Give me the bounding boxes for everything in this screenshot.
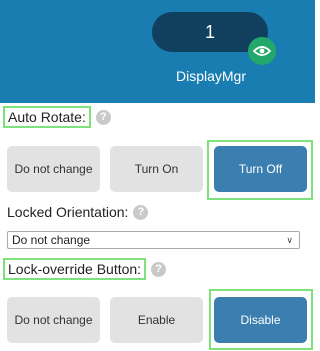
lock-override-disable-button[interactable]: Disable xyxy=(214,297,307,343)
chevron-down-icon: ∨ xyxy=(286,235,293,245)
help-icon[interactable]: ? xyxy=(133,204,149,220)
locked-orientation-select[interactable]: Do not change ∨ xyxy=(7,231,300,249)
locked-orientation-value: Do not change xyxy=(12,233,91,247)
auto-rotate-section-label: Auto Rotate: ? xyxy=(3,106,111,128)
app-name: DisplayMgr xyxy=(175,68,246,84)
lock-override-enable-button[interactable]: Enable xyxy=(110,297,203,343)
lock-override-section-label: Lock-override Button: ? xyxy=(3,258,167,280)
lock-override-label: Lock-override Button: xyxy=(3,258,147,280)
eye-icon[interactable] xyxy=(248,37,276,65)
lock-override-do-not-change-button[interactable]: Do not change xyxy=(7,297,100,343)
locked-orientation-section-label: Locked Orientation: ? xyxy=(7,204,149,220)
help-icon[interactable]: ? xyxy=(151,261,167,277)
app-header: 1 DisplayMgr xyxy=(0,0,315,103)
auto-rotate-label: Auto Rotate: xyxy=(3,106,91,128)
auto-rotate-turn-off-button[interactable]: Turn Off xyxy=(214,146,307,192)
help-icon[interactable]: ? xyxy=(95,109,111,125)
locked-orientation-label: Locked Orientation: xyxy=(7,204,129,220)
auto-rotate-do-not-change-button[interactable]: Do not change xyxy=(7,146,100,192)
auto-rotate-turn-on-button[interactable]: Turn On xyxy=(110,146,203,192)
